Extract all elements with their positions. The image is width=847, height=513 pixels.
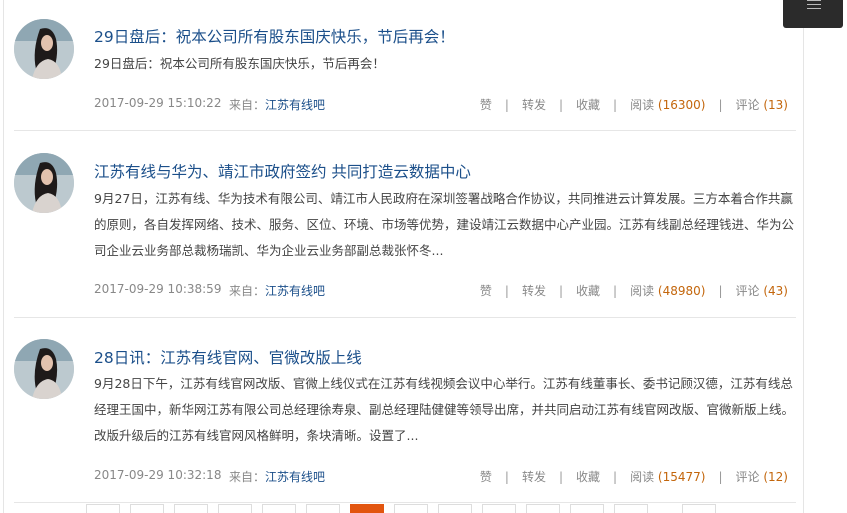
post-summary: 9月27日，江苏有线、华为技术有限公司、靖江市人民政府在深圳签署战略合作协议，共…: [94, 191, 795, 258]
share-button[interactable]: 转发: [522, 98, 546, 112]
comment-label: 评论: [735, 98, 760, 112]
post-title[interactable]: 29日盘后：祝本公司所有股东国庆快乐，节后再会！: [94, 25, 455, 47]
post-date: 2017-09-29 10:32:18: [94, 468, 222, 482]
comment-count: (13): [763, 98, 788, 112]
page-button[interactable]: [682, 504, 716, 513]
favorite-button[interactable]: 收藏: [576, 470, 600, 484]
read-count: (16300): [657, 98, 706, 112]
post-source: 来自：江苏有线吧: [229, 468, 325, 485]
menu-button[interactable]: [783, 0, 843, 28]
read-label: 阅读: [630, 98, 655, 112]
page-button[interactable]: [262, 504, 296, 513]
post-source: 来自：江苏有线吧: [229, 96, 325, 113]
read-label: 阅读: [630, 470, 655, 484]
post-summary: 29日盘后：祝本公司所有股东国庆快乐，节后再会！: [94, 56, 385, 71]
post-title[interactable]: 28日讯：江苏有线官网、官微改版上线: [94, 346, 362, 368]
post-list: 29日盘后：祝本公司所有股东国庆快乐，节后再会！ 29日盘后：祝本公司所有股东国…: [3, 0, 804, 513]
page-button[interactable]: [526, 504, 560, 513]
read-button[interactable]: 阅读 (48980): [630, 284, 705, 298]
comment-label: 评论: [735, 470, 760, 484]
source-link[interactable]: 江苏有线吧: [265, 470, 325, 484]
source-label: 来自：: [229, 98, 266, 112]
comment-button[interactable]: 评论 (12): [736, 470, 788, 484]
page-button[interactable]: [218, 504, 252, 513]
list-item: 29日盘后：祝本公司所有股东国庆快乐，节后再会！ 29日盘后：祝本公司所有股东国…: [14, 0, 796, 131]
share-button[interactable]: 转发: [522, 284, 546, 298]
read-button[interactable]: 阅读 (16300): [630, 98, 705, 112]
list-item: 28日讯：江苏有线官网、官微改版上线 9月28日下午，江苏有线官网改版、官微上线…: [14, 318, 796, 503]
like-button[interactable]: 赞: [480, 98, 492, 112]
comment-label: 评论: [735, 284, 760, 298]
post-source: 来自：江苏有线吧: [229, 282, 325, 299]
like-button[interactable]: 赞: [480, 284, 492, 298]
page-button[interactable]: [438, 504, 472, 513]
post-date: 2017-09-29 10:38:59: [94, 282, 222, 296]
share-button[interactable]: 转发: [522, 470, 546, 484]
source-label: 来自：: [229, 284, 266, 298]
avatar[interactable]: [14, 19, 74, 79]
post-date: 2017-09-29 15:10:22: [94, 96, 222, 110]
post-actions: 赞 | 转发 | 收藏 | 阅读 (16300) | 评论 (13): [479, 98, 788, 112]
favorite-button[interactable]: 收藏: [576, 98, 600, 112]
read-count: (15477): [657, 470, 706, 484]
avatar[interactable]: [14, 153, 74, 213]
page-button[interactable]: [86, 504, 120, 513]
page-button[interactable]: [614, 504, 648, 513]
avatar[interactable]: [14, 339, 74, 399]
post-title[interactable]: 江苏有线与华为、靖江市政府签约 共同打造云数据中心: [94, 160, 471, 182]
comment-count: (12): [763, 470, 788, 484]
favorite-button[interactable]: 收藏: [576, 284, 600, 298]
comment-count: (43): [763, 284, 788, 298]
page-button[interactable]: [482, 504, 516, 513]
read-count: (48980): [657, 284, 706, 298]
comment-button[interactable]: 评论 (43): [736, 284, 788, 298]
page-button[interactable]: [570, 504, 604, 513]
post-summary: 9月28日下午，江苏有线官网改版、官微上线仪式在江苏有线视频会议中心举行。江苏有…: [94, 376, 795, 443]
comment-button[interactable]: 评论 (13): [736, 98, 788, 112]
page-button[interactable]: [130, 504, 164, 513]
page-button-current[interactable]: [350, 504, 384, 513]
read-button[interactable]: 阅读 (15477): [630, 470, 705, 484]
post-actions: 赞 | 转发 | 收藏 | 阅读 (48980) | 评论 (43): [479, 284, 788, 298]
page-button[interactable]: [174, 504, 208, 513]
post-actions: 赞 | 转发 | 收藏 | 阅读 (15477) | 评论 (12): [479, 470, 788, 484]
source-label: 来自：: [229, 470, 266, 484]
like-button[interactable]: 赞: [480, 470, 492, 484]
page-button[interactable]: [306, 504, 340, 513]
read-label: 阅读: [630, 284, 655, 298]
source-link[interactable]: 江苏有线吧: [265, 284, 325, 298]
source-link[interactable]: 江苏有线吧: [265, 98, 325, 112]
page-button[interactable]: [394, 504, 428, 513]
list-item: 江苏有线与华为、靖江市政府签约 共同打造云数据中心 9月27日，江苏有线、华为技…: [14, 131, 796, 318]
